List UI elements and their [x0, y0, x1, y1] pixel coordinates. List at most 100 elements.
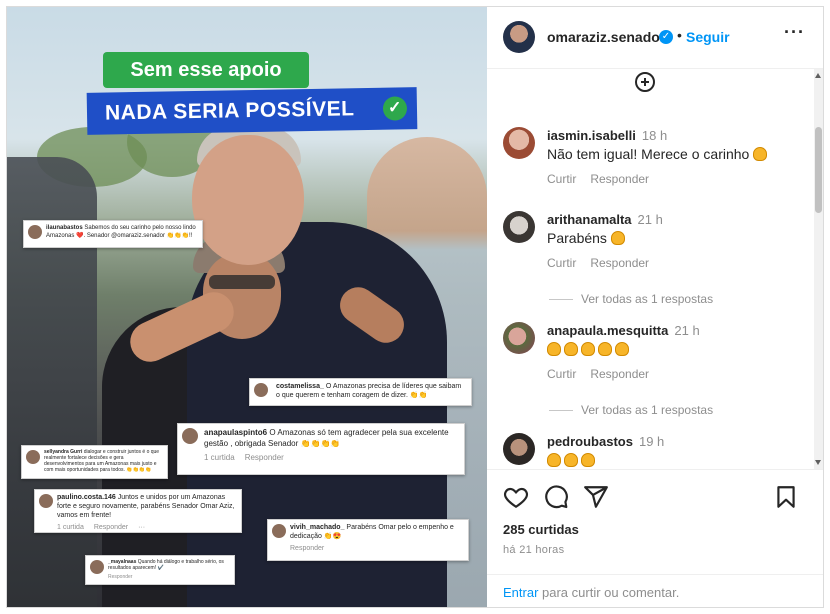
avatar	[26, 450, 40, 464]
overlay-comment: _mayalnaas Quando há diálogo e trabalho …	[85, 555, 235, 585]
banner-title: NADA SERIA POSSÍVEL ✓	[86, 87, 418, 135]
post-modal: Sem esse apoio NADA SERIA POSSÍVEL ✓ ila…	[6, 6, 824, 608]
avatar[interactable]	[503, 21, 535, 53]
comment-like-button[interactable]: Curtir	[547, 367, 576, 381]
avatar[interactable]	[503, 211, 535, 243]
comment-text	[547, 341, 632, 357]
overlay-comment-user: paulino.costa.146	[57, 494, 116, 501]
overlay-comment-meta: 1 curtida Responder ···	[57, 523, 237, 532]
comment-time: 21 h	[674, 323, 700, 338]
comment-text: Não tem igual! Merece o carinho	[547, 146, 770, 162]
check-icon: ✓	[382, 96, 408, 121]
comment-actions: Curtir Responder	[547, 367, 663, 381]
overlay-comment-user: anapaulaspinto6	[204, 428, 268, 437]
view-replies-button[interactable]: Ver todas as 1 respostas	[547, 292, 713, 306]
overlay-comment-reply: Responder	[244, 453, 284, 462]
comment-reply-button[interactable]: Responder	[590, 367, 649, 381]
comment-icon[interactable]	[543, 484, 569, 510]
heart-icon[interactable]	[503, 484, 529, 510]
overlay-comment-user: vivih_machado_	[290, 524, 345, 531]
avatar	[90, 560, 104, 574]
bookmark-icon[interactable]	[773, 484, 799, 510]
avatar	[182, 428, 198, 444]
post-header: omaraziz.senador ✓ • Seguir ···	[487, 7, 823, 69]
overlay-comment: costamelissa_ O Amazonas precisa de líde…	[249, 378, 472, 406]
avatar[interactable]	[503, 433, 535, 465]
avatar[interactable]	[503, 322, 535, 354]
comments-list[interactable]: iasmin.isabelli 18 h Não tem igual! Merec…	[487, 69, 823, 469]
avatar	[28, 225, 42, 239]
action-bar	[503, 484, 803, 512]
comments-scrollbar[interactable]	[814, 69, 823, 469]
login-prompt: Entrar para curtir ou comentar.	[487, 574, 823, 607]
overlay-comment-user: costamelissa_	[276, 383, 324, 390]
overlay-comment: anapaulaspinto6 O Amazonas só tem agrade…	[177, 423, 465, 475]
overlay-comment-reply: Responder	[93, 524, 129, 531]
comment-text: Parabéns	[547, 230, 628, 246]
avatar	[254, 383, 268, 397]
clap-emoji-icon	[547, 453, 561, 467]
more-icon[interactable]: ···	[784, 22, 805, 43]
overlay-comment-meta: Responder	[290, 544, 464, 553]
overlay-comment-reply: Responder	[290, 545, 325, 552]
comment-like-button[interactable]: Curtir	[547, 256, 576, 270]
comment-time: 19 h	[638, 434, 665, 449]
overlay-comment-meta: 1 curtida Responder	[204, 452, 460, 463]
post-footer: 285 curtidas há 21 horas Entrar para cur…	[487, 469, 823, 607]
overlay-comment: paulino.costa.146 Juntos e unidos por um…	[34, 489, 242, 533]
comment-actions: Curtir Responder	[547, 256, 663, 270]
follow-button[interactable]: Seguir	[686, 29, 730, 45]
plus-circle-icon[interactable]	[635, 72, 655, 92]
clap-emoji-icon	[753, 147, 768, 161]
comment-author[interactable]: pedroubastos 19 h	[547, 434, 664, 449]
clap-emoji-icon	[547, 342, 561, 356]
clap-emoji-icon	[598, 342, 612, 356]
avatar[interactable]	[503, 127, 535, 159]
overlay-comment-more: ···	[138, 524, 146, 531]
login-prompt-text: para curtir ou comentar.	[538, 585, 680, 600]
post-timestamp: há 21 horas	[503, 544, 565, 556]
clap-emoji-icon	[581, 453, 595, 467]
comment-author[interactable]: anapaula.mesquitta 21 h	[547, 323, 700, 338]
login-link[interactable]: Entrar	[503, 585, 538, 600]
overlay-comment: vivih_machado_ Parabéns Omar pelo o empe…	[267, 519, 469, 561]
comment-time: 21 h	[637, 212, 663, 227]
comment-reply-button[interactable]: Responder	[590, 256, 649, 270]
avatar	[272, 524, 286, 538]
username-link[interactable]: omaraziz.senador	[547, 29, 665, 45]
comment-author[interactable]: arithanamalta 21 h	[547, 212, 663, 227]
scroll-down-arrow[interactable]	[815, 460, 821, 465]
comment-author[interactable]: iasmin.isabelli 18 h	[547, 128, 667, 143]
comment-reply-button[interactable]: Responder	[590, 172, 649, 186]
post-image: Sem esse apoio NADA SERIA POSSÍVEL ✓ ila…	[7, 7, 487, 607]
separator-dot: •	[677, 27, 682, 43]
banner-subtitle: Sem esse apoio	[103, 52, 309, 88]
verified-icon: ✓	[659, 30, 673, 44]
clap-emoji-icon	[564, 342, 578, 356]
banner-title-text: NADA SERIA POSSÍVEL	[104, 97, 355, 125]
woman-glasses	[209, 275, 275, 289]
clap-emoji-icon	[581, 342, 595, 356]
man-face	[192, 135, 304, 265]
comment-actions: Curtir Responder	[547, 172, 663, 186]
avatar	[39, 494, 53, 508]
comment-like-button[interactable]: Curtir	[547, 172, 576, 186]
overlay-comment-reply: Responder	[108, 574, 133, 580]
overlay-comment: sellyandra Gurri dialogar e construir ju…	[21, 445, 168, 479]
likes-count[interactable]: 285 curtidas	[503, 522, 579, 537]
overlay-comment-meta: Responder	[108, 574, 230, 580]
comment-text	[547, 452, 598, 468]
clap-emoji-icon	[564, 453, 578, 467]
overlay-comment-likes: 1 curtida	[204, 453, 235, 462]
overlay-comment-likes: 1 curtida	[57, 524, 84, 531]
clap-emoji-icon	[610, 231, 625, 245]
comment-time: 18 h	[641, 128, 668, 143]
post-panel: omaraziz.senador ✓ • Seguir ··· iasmin.i…	[487, 7, 823, 607]
overlay-comment-user: ilaunabastos	[46, 225, 83, 231]
scroll-up-arrow[interactable]	[815, 73, 821, 78]
overlay-comment: ilaunabastos Sabemos do seu carinho pelo…	[23, 220, 203, 248]
clap-emoji-icon	[615, 342, 629, 356]
scrollbar-thumb[interactable]	[815, 127, 822, 213]
view-replies-button[interactable]: Ver todas as 1 respostas	[547, 403, 713, 417]
share-icon[interactable]	[583, 484, 609, 510]
